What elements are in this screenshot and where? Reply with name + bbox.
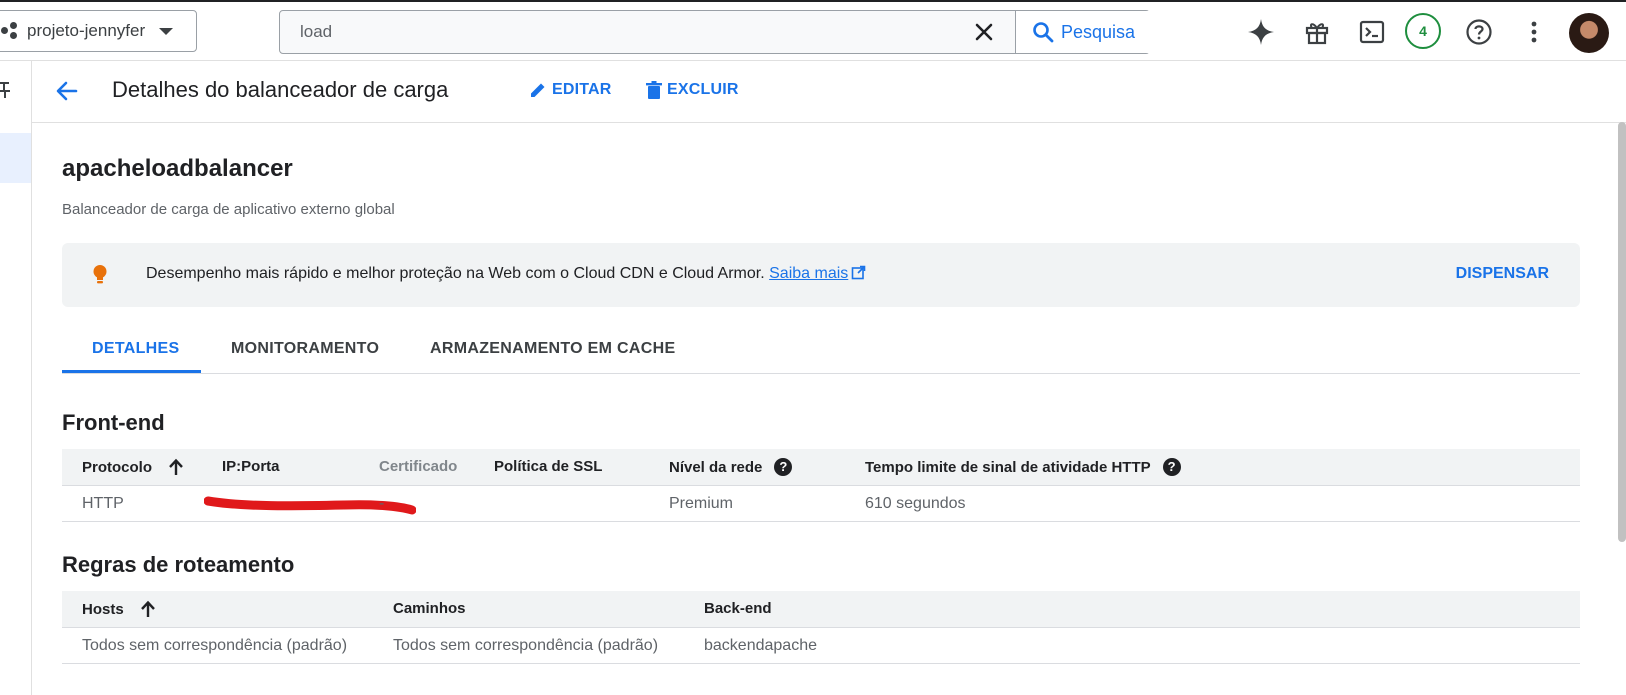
help-icon[interactable]: ? (1162, 458, 1181, 476)
cloud-shell-icon[interactable] (1356, 16, 1388, 48)
table-row: Todos sem correspondência (padrão) Todos… (62, 627, 1580, 664)
project-icon (1, 22, 19, 40)
banner-message-line: Desempenho mais rápido e melhor proteção… (146, 265, 866, 285)
learn-more-link[interactable]: Saiba mais (769, 265, 848, 282)
close-icon[interactable] (970, 18, 998, 46)
edit-button-label: EDITAR (552, 81, 612, 98)
tab-monitoring[interactable]: MONITORAMENTO (231, 340, 379, 358)
routing-table: Hosts Caminhos Back-end Todos sem corres… (62, 591, 1580, 664)
tab-details[interactable]: DETALHES (92, 340, 179, 358)
cell-certificate: - (379, 495, 385, 512)
project-selector[interactable]: projeto-jennyfer (0, 10, 197, 52)
left-nav-rail (0, 61, 32, 695)
load-balancer-name: apacheloadbalancer (62, 155, 293, 182)
avatar[interactable] (1569, 13, 1609, 53)
delete-button[interactable]: EXCLUIR (645, 80, 739, 100)
lightbulb-icon (92, 264, 108, 291)
info-banner: Desempenho mais rápido e melhor proteção… (62, 243, 1580, 307)
search-icon (1033, 22, 1054, 43)
more-vert-icon[interactable] (1518, 16, 1550, 48)
edit-button[interactable]: EDITAR (528, 80, 612, 100)
column-header-backend[interactable]: Back-end (704, 600, 772, 617)
scrollbar[interactable] (1618, 122, 1626, 542)
sort-arrow-up-icon (140, 600, 155, 617)
search-button-label: Pesquisa (1060, 21, 1136, 42)
cell-hosts: Todos sem correspondência (padrão) (82, 637, 348, 654)
routing-section-title: Regras de roteamento (62, 552, 295, 577)
column-header-hosts[interactable]: Hosts (82, 600, 156, 618)
pencil-icon (531, 83, 545, 97)
active-tab-indicator (62, 370, 201, 373)
table-header: Protocolo IP:Porta Certificado Política … (62, 449, 1580, 486)
gift-icon[interactable] (1301, 16, 1333, 48)
search-bar[interactable]: load Pesquisa (279, 10, 1150, 54)
search-input[interactable]: load (300, 22, 332, 42)
column-header-network-tier[interactable]: Nível da rede ? (669, 458, 793, 476)
chevron-down-icon (159, 27, 174, 35)
pin-icon[interactable] (0, 80, 12, 105)
notifications-badge[interactable]: 4 (1405, 13, 1441, 49)
external-link-icon (851, 265, 866, 285)
help-icon[interactable] (1463, 16, 1495, 48)
column-header-certificate: Certificado (379, 458, 458, 475)
dismiss-button[interactable]: DISPENSAR (1456, 265, 1549, 283)
page-title: Detalhes do balanceador de carga (112, 77, 449, 102)
cell-protocol: HTTP (82, 495, 124, 512)
cell-backend: backendapache (704, 637, 817, 654)
trash-icon (646, 81, 662, 99)
project-name: projeto-jennyfer (27, 21, 146, 40)
column-header-paths[interactable]: Caminhos (393, 600, 466, 617)
search-button[interactable]: Pesquisa (1016, 11, 1150, 53)
table-row: HTTP - Premium 610 segundos (62, 485, 1580, 522)
cell-timeout: 610 segundos (865, 495, 966, 512)
column-header-label: Tempo limite de sinal de atividade HTTP (865, 458, 1151, 476)
column-header-ssl-policy[interactable]: Política de SSL (494, 458, 602, 475)
tab-caching[interactable]: ARMAZENAMENTO EM CACHE (430, 340, 675, 358)
nav-selected-item[interactable] (0, 133, 31, 183)
tab-bar: DETALHES MONITORAMENTO ARMAZENAMENTO EM … (62, 328, 1580, 374)
gemini-sparkle-icon[interactable] (1245, 16, 1277, 48)
column-header-ip-port[interactable]: IP:Porta (222, 458, 280, 475)
delete-button-label: EXCLUIR (667, 81, 739, 98)
sort-arrow-up-icon (169, 458, 183, 475)
help-icon[interactable]: ? (774, 458, 793, 476)
banner-message: Desempenho mais rápido e melhor proteção… (146, 265, 765, 282)
top-bar: projeto-jennyfer load Pesquisa 4 (0, 2, 1626, 61)
back-arrow-icon[interactable] (54, 78, 80, 104)
table-header: Hosts Caminhos Back-end (62, 591, 1580, 628)
column-header-label: Hosts (82, 600, 124, 618)
frontend-section-title: Front-end (62, 410, 165, 435)
column-header-label: Nível da rede (669, 458, 763, 476)
column-header-label: Protocolo (82, 458, 152, 476)
cell-paths: Todos sem correspondência (padrão) (393, 637, 659, 654)
column-header-protocol[interactable]: Protocolo (82, 458, 184, 476)
frontend-table: Protocolo IP:Porta Certificado Política … (62, 449, 1580, 522)
column-header-timeout[interactable]: Tempo limite de sinal de atividade HTTP … (865, 458, 1181, 476)
load-balancer-type: Balanceador de carga de aplicativo exter… (62, 201, 395, 218)
cell-network-tier: Premium (669, 495, 734, 512)
